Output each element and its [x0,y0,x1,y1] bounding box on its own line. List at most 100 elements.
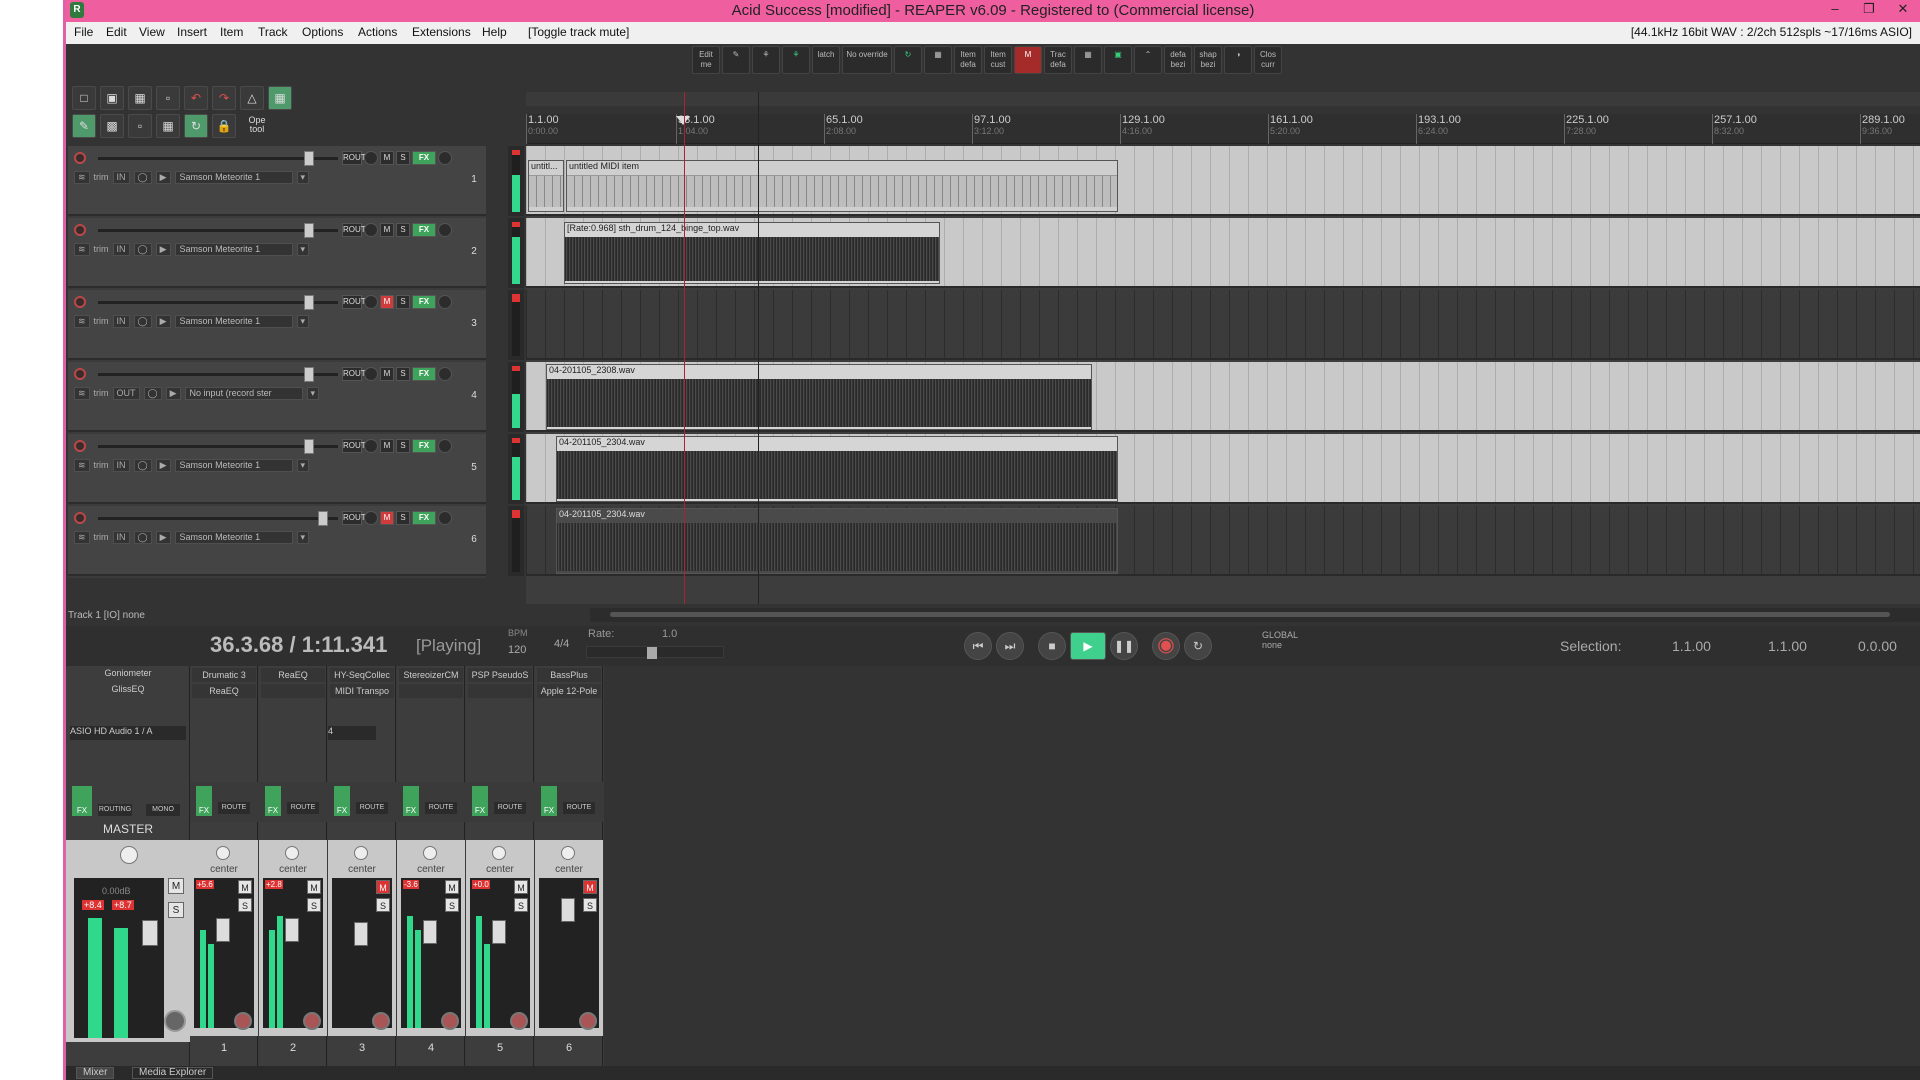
strip-mute-button[interactable]: M [238,880,252,894]
shape-bezier-button[interactable]: shap bezi [1194,46,1222,74]
envelope-icon[interactable]: ≋ [74,170,90,184]
master-fx-slot[interactable]: Goniometer [68,668,188,682]
metronome-icon[interactable]: △ [240,86,264,110]
input-dropdown-icon[interactable]: ▾ [296,530,310,544]
route-button[interactable]: ROUT [342,367,366,381]
selection-end[interactable]: 1.1.00 [1768,638,1807,654]
menu-file[interactable]: File [74,25,93,39]
master-fx-button[interactable]: FX [72,786,92,816]
tab-mixer[interactable]: Mixer [76,1067,115,1079]
volume-fader-knob[interactable] [304,223,314,238]
master-mono-button[interactable]: MONO [146,804,180,816]
fx-button[interactable]: FX [412,439,436,453]
loop-toggle-icon[interactable]: ↻ [1184,632,1212,660]
curve-icon[interactable]: ⌃ [1134,46,1162,74]
midi-item[interactable]: untitl... [528,160,564,212]
monitor-icon[interactable]: ◯ [143,386,162,400]
mute-button[interactable]: M [380,223,394,237]
strip-fx-button[interactable]: FX [541,786,557,816]
master-routing-button[interactable]: ROUTING [98,804,132,816]
io-toggle[interactable]: IN [112,170,130,184]
input-dropdown-icon[interactable]: ▾ [296,170,310,184]
volume-fader-knob[interactable] [492,920,506,944]
strip-solo-button[interactable]: S [307,898,321,912]
latch-button[interactable]: latch [812,46,840,74]
strip-solo-button[interactable]: S [376,898,390,912]
monitor-icon[interactable]: ◯ [133,314,152,328]
volume-slider[interactable] [98,517,338,520]
strip-input-field[interactable]: 4 [328,726,376,740]
grid-toggle-icon[interactable]: ▦ [268,86,292,110]
menu-item[interactable]: Item [220,25,243,39]
fx-bypass-icon[interactable] [438,439,452,453]
record-icon[interactable]: ◉ [1152,632,1180,660]
route-button[interactable]: ROUT [342,511,366,525]
volume-fader-knob[interactable] [423,920,437,944]
fx-slot[interactable]: ReaEQ [192,684,256,698]
record-input-select[interactable]: Samson Meteorite 1 [174,170,293,184]
record-input-select[interactable]: Samson Meteorite 1 [174,314,293,328]
stop-icon[interactable]: ■ [1038,632,1066,660]
record-input-select[interactable]: Samson Meteorite 1 [174,530,293,544]
record-arm-icon[interactable] [74,368,86,380]
envelope-icon[interactable]: ≋ [74,314,90,328]
snapshot-icon[interactable]: ▣ [1104,46,1132,74]
input-dropdown-icon[interactable]: ▾ [296,314,310,328]
bpm-value[interactable]: 120 [508,644,526,656]
strip-solo-button[interactable]: S [514,898,528,912]
mute-button[interactable]: M [380,151,394,165]
trim-label[interactable]: trim [94,172,109,182]
record-arm-icon[interactable] [74,512,86,524]
volume-fader-knob[interactable] [304,367,314,382]
pan-knob-icon[interactable] [364,295,378,309]
io-toggle[interactable]: IN [112,242,130,256]
pan-knob-icon[interactable] [364,151,378,165]
open-tool-button[interactable]: Ope tool [240,114,274,138]
strip-solo-button[interactable]: S [238,898,252,912]
menu-edit[interactable]: Edit [106,25,127,39]
master-volume-knob-icon[interactable] [120,846,138,864]
solo-button[interactable]: S [396,511,410,525]
envelope-icon[interactable]: ≋ [74,458,90,472]
track-2[interactable]: ROUT M S FX ≋ trim IN ◯ ▶ Samson Meteori… [68,218,486,288]
snap-icon[interactable]: ↻ [184,114,208,138]
fx-slot[interactable] [468,684,532,698]
pencil-icon[interactable]: ✎ [722,46,750,74]
strip-route-button[interactable]: ROUTE [287,802,319,814]
strip-route-button[interactable]: ROUTE [563,802,595,814]
io-toggle[interactable]: IN [112,314,130,328]
pan-knob-icon[interactable] [561,846,575,860]
close-current-button[interactable]: Clos curr [1254,46,1282,74]
record-input-select[interactable]: Samson Meteorite 1 [174,458,293,472]
strip-solo-button[interactable]: S [583,898,597,912]
toolbar-edit-mode-button[interactable]: Edit me [692,46,720,74]
audio-item[interactable]: [Rate:0.968] sth_drum_124_binge_top.wav [564,222,940,284]
auto-crossfade-icon[interactable]: ▩ [100,114,124,138]
route-button[interactable]: ROUT [342,439,366,453]
project-settings-icon[interactable]: ▫ [156,86,180,110]
fx-slot[interactable] [261,684,325,698]
monitor-icon[interactable]: ◯ [133,242,152,256]
track-lane-6[interactable]: 04-201105_2304.wav [526,506,1920,576]
mute-button[interactable]: M [380,367,394,381]
strip-mute-button[interactable]: M [583,880,597,894]
strip-mute-button[interactable]: M [376,880,390,894]
input-dropdown-icon[interactable]: ▾ [306,386,320,400]
strip-route-button[interactable]: ROUTE [218,802,250,814]
fx-slot[interactable]: MIDI Transpo [330,684,394,698]
fx-bypass-icon[interactable] [438,151,452,165]
volume-fader-knob[interactable] [304,439,314,454]
strip-fx-button[interactable]: FX [196,786,212,816]
envelope-icon[interactable]: ⚘ [752,46,780,74]
record-mode-icon[interactable]: ▶ [165,386,181,400]
fx-button[interactable]: FX [412,295,436,309]
fx-bypass-icon[interactable] [438,295,452,309]
volume-fader-knob[interactable] [561,898,575,922]
fx-button[interactable]: FX [412,151,436,165]
menu-toggle-track-mute[interactable]: [Toggle track mute] [528,25,629,39]
trim-label[interactable]: trim [94,316,109,326]
open-project-icon[interactable]: ▣ [100,86,124,110]
menu-view[interactable]: View [139,25,165,39]
mute-toggle-button[interactable]: M [1014,46,1042,74]
region-lane[interactable] [526,92,1920,106]
